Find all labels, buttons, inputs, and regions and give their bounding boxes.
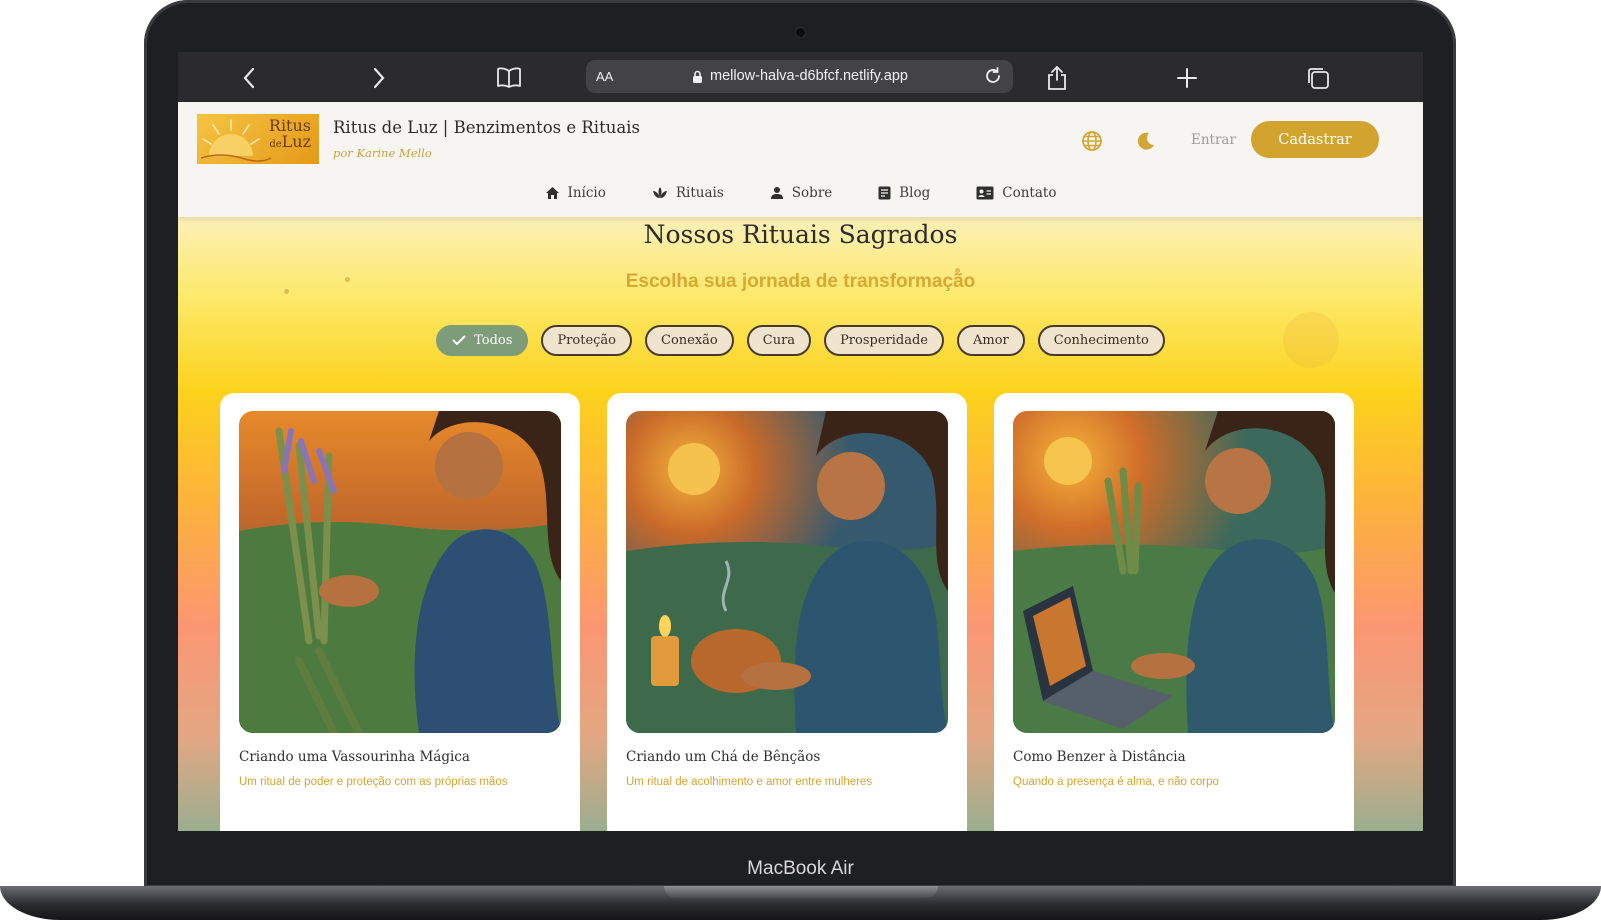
rituals-section: Nossos Rituais Sagrados Escolha sua jorn… xyxy=(178,217,1423,831)
signup-button[interactable]: Cadastrar xyxy=(1251,121,1379,158)
site-byline: por Karine Mello xyxy=(333,146,432,160)
blog-icon xyxy=(878,186,891,200)
bookmarks-icon[interactable] xyxy=(496,65,522,91)
ritual-card-subtitle: Quando a presença é alma, e não corpo xyxy=(1013,776,1219,788)
share-icon[interactable] xyxy=(1044,65,1070,91)
site-header: Ritus deLuz Ritus de Luz | Benzimentos e… xyxy=(178,102,1423,217)
nav-label: Rituais xyxy=(675,185,724,201)
ritual-card[interactable]: Criando uma Vassourinha Mágica Um ritual… xyxy=(220,393,580,831)
new-tab-icon[interactable] xyxy=(1174,65,1200,91)
ritual-image xyxy=(1013,411,1335,733)
lock-icon xyxy=(692,70,703,89)
filter-bar: Todos Proteção Conexão Cura Prosperidade… xyxy=(178,325,1423,356)
filter-label: Todos xyxy=(474,333,513,348)
site-logo[interactable]: Ritus deLuz xyxy=(197,114,319,164)
nav-item-blog[interactable]: Blog xyxy=(878,182,930,204)
browser-window: AA mellow-halva-d6bfcf.netlify.app Ritus… xyxy=(178,52,1423,831)
browser-toolbar: AA mellow-halva-d6bfcf.netlify.app xyxy=(178,52,1423,102)
camera-icon xyxy=(796,28,805,37)
lotus-icon xyxy=(652,187,667,198)
nav-label: Blog xyxy=(899,185,931,201)
filter-chip-conexao[interactable]: Conexão xyxy=(645,325,734,356)
filter-chip-prosperidade[interactable]: Prosperidade xyxy=(824,325,944,356)
ritual-card-subtitle: Um ritual de acolhimento e amor entre mu… xyxy=(626,776,873,788)
home-icon xyxy=(545,187,559,199)
check-icon xyxy=(452,335,466,346)
logo-word-de: de xyxy=(269,139,282,150)
nav-item-inicio[interactable]: Início xyxy=(545,182,606,204)
device-label: MacBook Air xyxy=(747,858,854,879)
moon-icon[interactable] xyxy=(1135,130,1157,152)
ritual-image xyxy=(626,411,948,733)
person-icon xyxy=(770,187,783,199)
ritual-image xyxy=(239,411,561,733)
contact-card-icon xyxy=(976,186,994,200)
filter-chip-protecao[interactable]: Proteção xyxy=(541,325,633,356)
filter-label: Amor xyxy=(973,333,1009,348)
ritual-card-title[interactable]: Criando um Chá de Bênçãos xyxy=(626,749,820,765)
ritual-card-subtitle: Um ritual de poder e proteção com as pró… xyxy=(239,776,508,788)
text-size-button[interactable]: AA xyxy=(596,69,613,84)
ritual-card-title[interactable]: Criando uma Vassourinha Mágica xyxy=(239,749,470,765)
filter-label: Prosperidade xyxy=(840,333,928,348)
page-subtitle: Escolha sua jornada de transformação xyxy=(625,271,976,292)
nav-item-rituais[interactable]: Rituais xyxy=(652,182,724,204)
site-title[interactable]: Ritus de Luz | Benzimentos e Rituais xyxy=(333,118,640,137)
filter-chip-conhecimento[interactable]: Conhecimento xyxy=(1037,325,1165,356)
nav-label: Início xyxy=(567,185,606,201)
filter-label: Conexão xyxy=(661,333,718,348)
back-icon[interactable] xyxy=(236,65,262,91)
nav-item-sobre[interactable]: Sobre xyxy=(770,182,832,204)
reload-icon[interactable] xyxy=(983,66,1003,91)
tabs-icon[interactable] xyxy=(1305,65,1331,91)
filter-label: Cura xyxy=(762,333,796,348)
logo-wordmark: Ritus deLuz xyxy=(269,118,311,153)
nav-item-contato[interactable]: Contato xyxy=(976,182,1056,204)
filter-label: Proteção xyxy=(557,333,617,348)
logo-word-luz: Luz xyxy=(281,132,311,151)
main-nav: Início Rituais Sobre Blog Contato xyxy=(178,182,1423,204)
forward-icon[interactable] xyxy=(366,65,392,91)
globe-icon[interactable] xyxy=(1081,130,1103,152)
url-text: mellow-halva-d6bfcf.netlify.app xyxy=(710,68,908,84)
ritual-card[interactable]: Criando um Chá de Bênçãos Um ritual de a… xyxy=(607,393,967,831)
ritual-card-title[interactable]: Como Benzer à Distância xyxy=(1013,749,1186,765)
nav-label: Sobre xyxy=(791,185,833,201)
filter-label: Conhecimento xyxy=(1053,333,1149,348)
filter-chip-amor[interactable]: Amor xyxy=(957,325,1025,356)
login-link[interactable]: Entrar xyxy=(1191,132,1236,148)
page-title: Nossos Rituais Sagrados xyxy=(643,220,958,249)
ritual-card[interactable]: Como Benzer à Distância Quando a presenç… xyxy=(994,393,1354,831)
nav-label: Contato xyxy=(1002,185,1057,201)
laptop-hinge xyxy=(664,886,938,898)
filter-chip-cura[interactable]: Cura xyxy=(746,325,812,356)
address-bar[interactable]: AA mellow-halva-d6bfcf.netlify.app xyxy=(586,60,1013,93)
filter-chip-todos[interactable]: Todos xyxy=(436,325,529,356)
